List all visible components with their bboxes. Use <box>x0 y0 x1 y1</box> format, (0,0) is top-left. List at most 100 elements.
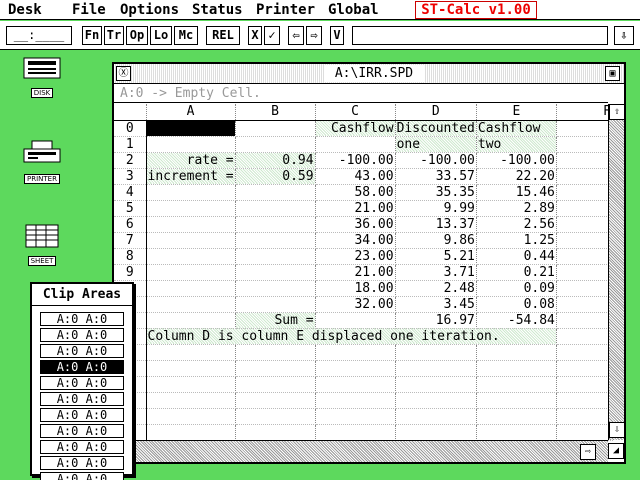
grid-cell[interactable]: -100.00 <box>315 152 396 169</box>
grid-cell[interactable] <box>556 120 613 137</box>
grid-cell[interactable] <box>146 360 236 377</box>
grid-cell[interactable]: 32.00 <box>315 296 396 313</box>
grid-cell[interactable] <box>556 328 613 345</box>
grid-cell[interactable]: 15.46 <box>476 184 557 201</box>
grid-cell[interactable] <box>235 200 316 217</box>
grid-cell[interactable] <box>556 152 613 169</box>
grid-cell[interactable] <box>395 344 477 361</box>
window-fuller-button[interactable]: ▣ <box>605 66 620 81</box>
grid-cell[interactable] <box>315 424 396 441</box>
scroll-right-button[interactable]: ⇨ <box>580 444 596 460</box>
clip-area-item[interactable]: A:0 A:0 <box>40 344 124 358</box>
grid-cell[interactable] <box>476 344 557 361</box>
row-header[interactable]: 0 <box>114 120 147 137</box>
scroll-down-button[interactable]: ⇩ <box>609 422 625 438</box>
grid-cell[interactable] <box>235 216 316 233</box>
grid-cell[interactable] <box>146 376 236 393</box>
grid-cell[interactable] <box>235 296 316 313</box>
sheet-desktop-icon[interactable]: SHEET <box>14 224 70 267</box>
grid-cell[interactable] <box>235 408 316 425</box>
grid-cell[interactable] <box>476 408 557 425</box>
column-header-e[interactable]: E <box>476 104 557 121</box>
formula-input[interactable] <box>352 26 608 45</box>
grid-cell[interactable]: 1.25 <box>476 232 557 249</box>
grid-cell[interactable]: 0.59 <box>235 168 316 185</box>
row-header[interactable]: 3 <box>114 168 147 185</box>
clip-area-item[interactable]: A:0 A:0 <box>40 424 124 438</box>
row-header[interactable]: 9 <box>114 264 147 281</box>
grid-cell[interactable] <box>235 264 316 281</box>
grid-cell[interactable]: Discounted <box>395 120 477 137</box>
grid-cell[interactable] <box>146 264 236 281</box>
grid-cell[interactable] <box>146 248 236 265</box>
grid-cell[interactable] <box>235 360 316 377</box>
menu-status[interactable]: Status <box>192 2 243 18</box>
grid-cell[interactable] <box>146 424 236 441</box>
clip-area-item[interactable]: A:0 A:0 <box>40 360 124 374</box>
grid-cell[interactable] <box>556 248 613 265</box>
grid-cell[interactable]: rate = <box>146 152 236 169</box>
row-header[interactable]: 1 <box>114 136 147 153</box>
menu-printer[interactable]: Printer <box>256 2 315 18</box>
grid-cell[interactable] <box>476 392 557 409</box>
grid-cell[interactable] <box>476 424 557 441</box>
menu-file[interactable]: File <box>72 2 106 18</box>
grid-cell[interactable]: 2.89 <box>476 200 557 217</box>
grid-cell[interactable] <box>556 216 613 233</box>
column-header-f[interactable]: F <box>556 104 613 121</box>
grid-cell[interactable] <box>146 216 236 233</box>
grid-cell[interactable]: 43.00 <box>315 168 396 185</box>
grid-cell[interactable] <box>146 120 236 137</box>
grid-cell[interactable]: one <box>395 136 477 153</box>
row-header[interactable]: 5 <box>114 200 147 217</box>
grid-cell[interactable] <box>556 136 613 153</box>
grid-cell[interactable] <box>235 248 316 265</box>
row-header[interactable]: 8 <box>114 248 147 265</box>
grid-cell[interactable] <box>556 232 613 249</box>
grid-cell[interactable] <box>315 360 396 377</box>
grid-cell[interactable] <box>395 376 477 393</box>
grid-cell[interactable]: 18.00 <box>315 280 396 297</box>
grid-cell[interactable]: 13.37 <box>395 216 477 233</box>
clip-area-item[interactable]: A:0 A:0 <box>40 312 124 326</box>
relative-button[interactable]: REL <box>206 26 240 45</box>
row-header[interactable]: 4 <box>114 184 147 201</box>
clip-area-item[interactable]: A:0 A:0 <box>40 440 124 454</box>
grid-cell[interactable] <box>556 280 613 297</box>
grid-cell[interactable]: increment = <box>146 168 236 185</box>
grid-cell[interactable] <box>395 424 477 441</box>
grid-cell[interactable]: 2.48 <box>395 280 477 297</box>
grid-cell[interactable]: Cashflow <box>315 120 396 137</box>
grid-cell[interactable]: Column D is column E displaced one itera… <box>146 328 557 345</box>
grid-cell[interactable]: 21.00 <box>315 200 396 217</box>
options-button[interactable]: Op <box>126 26 148 45</box>
grid-cell[interactable] <box>146 232 236 249</box>
grid-cell[interactable] <box>315 392 396 409</box>
grid-cell[interactable] <box>556 408 613 425</box>
grid-cell[interactable] <box>146 184 236 201</box>
grid-cell[interactable]: 58.00 <box>315 184 396 201</box>
window-resize-button[interactable]: ◢ <box>608 443 624 459</box>
grid-cell[interactable]: 3.45 <box>395 296 477 313</box>
column-header-d[interactable]: D <box>395 104 477 121</box>
clip-area-item[interactable]: A:0 A:0 <box>40 408 124 422</box>
grid-cell[interactable] <box>315 408 396 425</box>
window-close-button[interactable]: Ⓧ <box>116 66 131 81</box>
grid-cell[interactable]: -100.00 <box>476 152 557 169</box>
function-button[interactable]: Fn <box>82 26 102 45</box>
grid-cell[interactable]: Sum = <box>235 312 316 329</box>
grid-cell[interactable]: -54.84 <box>476 312 557 329</box>
grid-cell[interactable] <box>146 392 236 409</box>
grid-cell[interactable]: 0.94 <box>235 152 316 169</box>
grid-cell[interactable] <box>556 344 613 361</box>
grid-cell[interactable]: -100.00 <box>395 152 477 169</box>
grid-cell[interactable]: 16.97 <box>395 312 477 329</box>
grid-cell[interactable] <box>556 296 613 313</box>
printer-desktop-icon[interactable]: PRINTER <box>14 140 70 185</box>
grid-cell[interactable] <box>395 408 477 425</box>
grid-cell[interactable]: Cashflow <box>476 120 557 137</box>
grid-cell[interactable] <box>146 136 236 153</box>
disk-desktop-icon[interactable]: DISK <box>14 56 70 99</box>
grid-cell[interactable] <box>476 376 557 393</box>
grid-cell[interactable]: 9.99 <box>395 200 477 217</box>
